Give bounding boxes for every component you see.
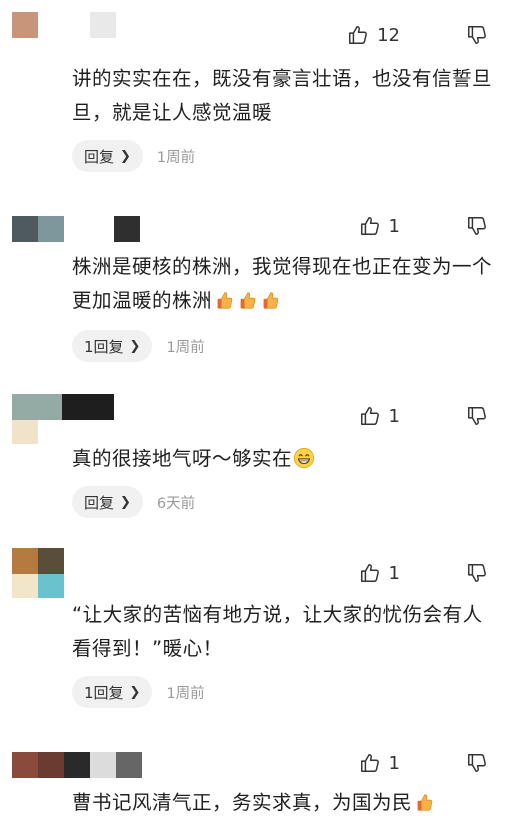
dislike-button[interactable] xyxy=(466,213,488,239)
like-button[interactable]: 1 xyxy=(359,403,400,429)
thumb-up-outline-icon xyxy=(360,217,379,235)
like-count: 12 xyxy=(377,24,400,46)
thumb-up-outline-icon xyxy=(360,754,379,772)
avatar[interactable] xyxy=(12,394,142,444)
dislike-button[interactable] xyxy=(466,22,488,48)
chevron-right-icon: ❯ xyxy=(120,148,131,164)
avatar[interactable] xyxy=(12,12,142,62)
thumb-down-outline-icon xyxy=(468,407,486,425)
reply-label: 回复 xyxy=(84,147,115,166)
thumb-up-outline-icon xyxy=(349,26,368,44)
avatar[interactable] xyxy=(12,548,142,598)
thumb-down-outline-icon xyxy=(468,754,486,772)
comment-text: “让大家的苦恼有地方说，让大家的忧伤会有人看得到！”暖心！ xyxy=(72,603,483,660)
dislike-button[interactable] xyxy=(466,403,488,429)
reply-label: 1回复 xyxy=(84,337,124,356)
reply-button[interactable]: 回复 ❯ xyxy=(72,486,143,518)
like-button[interactable]: 12 xyxy=(347,22,400,48)
comment-text: 讲的实实在在，既没有豪言壮语，也没有信誓旦旦，就是让人感觉温暖 xyxy=(72,67,493,124)
thumbs-up-emoji xyxy=(240,292,256,309)
like-count: 1 xyxy=(388,405,400,427)
reply-label: 回复 xyxy=(84,493,115,512)
comment-time: 1周前 xyxy=(166,339,205,356)
like-count: 1 xyxy=(388,215,400,237)
reply-label: 1回复 xyxy=(84,683,124,702)
reply-button[interactable]: 回复 ❯ xyxy=(72,140,143,172)
reply-button[interactable]: 1回复 ❯ xyxy=(72,330,153,362)
thumb-up-outline-icon xyxy=(360,407,379,425)
like-count: 1 xyxy=(388,562,400,584)
comment-time: 1周前 xyxy=(166,685,205,702)
thumbs-up-emoji xyxy=(417,794,433,811)
thumb-down-outline-icon xyxy=(468,564,486,582)
thumb-down-outline-icon xyxy=(468,26,486,44)
like-count: 1 xyxy=(388,752,400,774)
thumbs-up-emoji xyxy=(217,292,233,309)
comment-text: 曹书记风清气正，务实求真，为国为民 xyxy=(72,786,492,820)
comment-text: 株洲是硬核的株洲，我觉得现在也正在变为一个更加温暖的株洲 xyxy=(72,255,493,312)
chevron-right-icon: ❯ xyxy=(129,338,141,354)
like-button[interactable]: 1 xyxy=(359,750,400,776)
dislike-button[interactable] xyxy=(466,750,488,776)
chevron-right-icon: ❯ xyxy=(129,684,141,700)
thumbs-up-emoji xyxy=(263,292,279,309)
comment-text: 真的很接地气呀～够实在 xyxy=(72,442,492,476)
like-button[interactable]: 1 xyxy=(359,560,400,586)
chevron-right-icon: ❯ xyxy=(120,494,131,510)
like-button[interactable]: 1 xyxy=(359,213,400,239)
thumb-up-outline-icon xyxy=(360,564,379,582)
thumb-down-outline-icon xyxy=(468,217,486,235)
comment-time: 1周前 xyxy=(156,149,196,166)
comment-time: 6天前 xyxy=(156,495,196,512)
dislike-button[interactable] xyxy=(466,560,488,586)
reply-button[interactable]: 1回复 ❯ xyxy=(72,676,153,708)
grin-emoji xyxy=(293,447,315,469)
